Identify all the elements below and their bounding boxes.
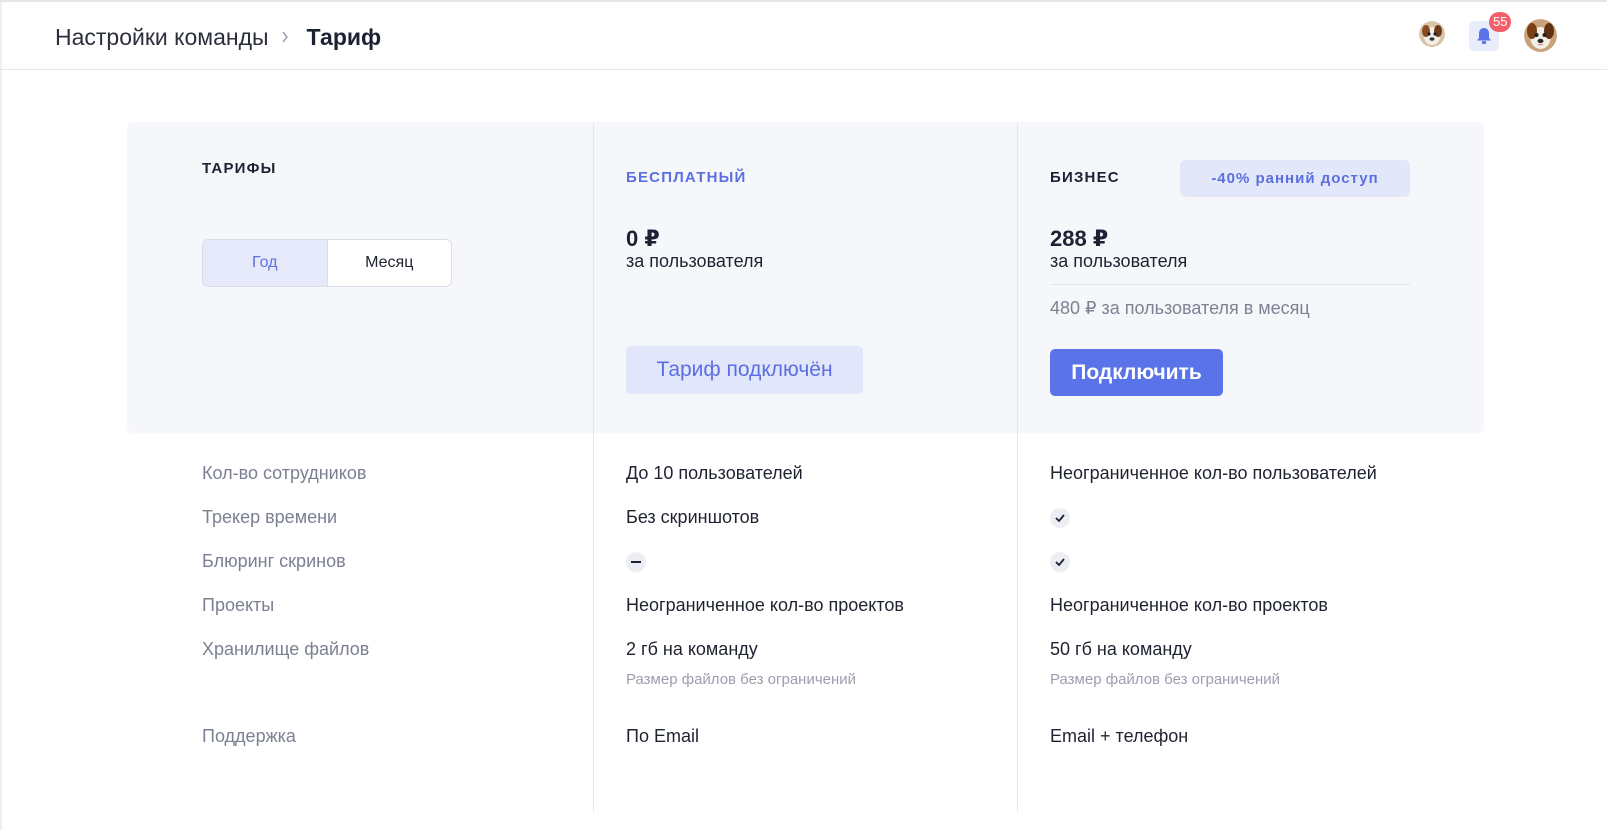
notifications-count-badge: 55 (1489, 12, 1512, 32)
feature-business-support: Email + телефон (1050, 726, 1189, 746)
feature-label-time-tracker: Трекер времени (202, 507, 338, 527)
feature-business-file-storage: 50 гб на команду (1050, 639, 1192, 659)
breadcrumb: Настройки команды Тариф (55, 22, 381, 52)
breadcrumb-team-settings-link[interactable]: Настройки команды (55, 24, 269, 51)
connect-business-button[interactable]: Подключить (1050, 349, 1223, 396)
team-avatar[interactable] (1419, 21, 1445, 47)
period-month-option[interactable]: Месяц (328, 240, 452, 286)
plans-heading: Тарифы (202, 160, 277, 177)
column-divider (593, 122, 594, 812)
business-plan-name: Бизнес (1050, 169, 1120, 186)
free-plan-name: Бесплатный (626, 169, 747, 186)
feature-free-support: По Email (626, 726, 699, 746)
period-year-option[interactable]: Год (203, 240, 328, 286)
business-plan-price: 288 ₽ (1050, 226, 1109, 251)
feature-business-file-size-note: Размер файлов без ограничений (1050, 671, 1281, 688)
user-avatar[interactable] (1524, 19, 1557, 52)
page-header: Настройки команды Тариф (0, 2, 1607, 70)
free-plan-per-user: за пользователя (626, 251, 764, 271)
feature-label-support: Поддержка (202, 726, 296, 746)
feature-free-projects: Неограниченное кол-во проектов (626, 595, 904, 615)
page-title: Тариф (306, 23, 382, 50)
feature-free-file-storage: 2 гб на команду (626, 639, 758, 659)
feature-label-file-storage: Хранилище файлов (202, 639, 370, 659)
early-access-discount-badge: -40% ранний доступ (1180, 160, 1410, 197)
feature-free-employees: До 10 пользователей (626, 463, 803, 483)
plan-connected-button[interactable]: Тариф подключён (626, 346, 863, 394)
feature-free-time-tracker: Без скриншотов (626, 507, 760, 527)
business-plan-per-user: за пользователя (1050, 251, 1188, 271)
feature-business-projects: Неограниченное кол-во проектов (1050, 595, 1328, 615)
check-icon (1050, 552, 1070, 572)
check-icon (1050, 508, 1070, 528)
business-monthly-price-note: 480 ₽ за пользователя в месяц (1050, 298, 1310, 318)
feature-free-file-size-note: Размер файлов без ограничений (626, 671, 857, 688)
feature-label-screen-blur: Блюринг скринов (202, 551, 346, 571)
feature-business-employees: Неограниченное кол-во пользователей (1050, 463, 1377, 483)
free-plan-price: 0 ₽ (626, 226, 660, 251)
minus-icon (626, 552, 646, 572)
price-divider (1050, 284, 1410, 285)
window-left-border (0, 2, 2, 830)
column-divider (1017, 122, 1018, 812)
feature-label-employees: Кол-во сотрудников (202, 463, 367, 483)
chevron-right-icon (275, 22, 301, 52)
billing-period-toggle: Год Месяц (202, 239, 452, 287)
bell-icon (1477, 28, 1491, 45)
feature-label-projects: Проекты (202, 595, 275, 615)
